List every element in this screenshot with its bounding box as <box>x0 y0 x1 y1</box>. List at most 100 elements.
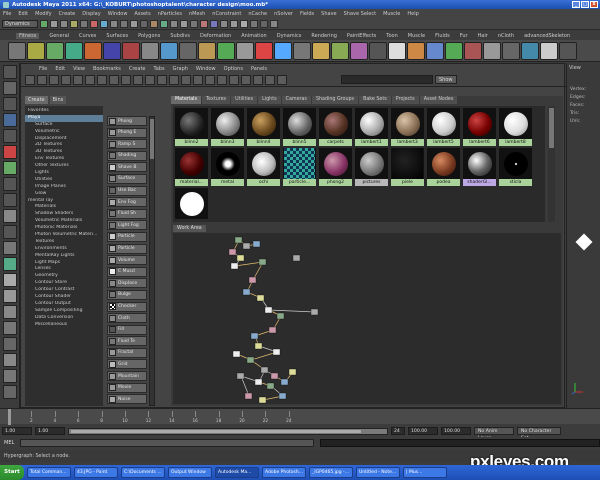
tab-cameras[interactable]: Cameras <box>281 96 311 104</box>
shelf-tool-icon[interactable] <box>464 41 482 60</box>
hypershade-tool-icon[interactable] <box>277 74 287 85</box>
node-create-button[interactable]: Cloth <box>107 313 147 324</box>
tree-item-contour-contrast[interactable]: Contour Contrast <box>25 287 103 294</box>
hypershade-tool-icon[interactable] <box>253 74 263 85</box>
tab-shelf-polygons[interactable]: Polygons <box>138 33 160 39</box>
material-thumbnail[interactable] <box>247 108 280 139</box>
node-create-button[interactable]: Fluid Sh <box>107 208 147 219</box>
tool-icon[interactable] <box>2 209 17 223</box>
tab-shelf-muscle[interactable]: Muscle <box>408 33 425 39</box>
material-thumbnail[interactable] <box>391 108 424 139</box>
material-thumbnail[interactable] <box>211 148 244 179</box>
hypershade-tool-icon[interactable] <box>205 74 215 85</box>
hs-menu-file[interactable]: File <box>39 66 47 72</box>
graph-node[interactable] <box>260 366 269 374</box>
hypershade-tool-icon[interactable] <box>229 74 239 85</box>
tab-bake-sets[interactable]: Bake Sets <box>359 96 391 104</box>
hypershade-tool-icon[interactable] <box>97 74 107 85</box>
menu-modify[interactable]: Modify <box>35 11 52 17</box>
tab-shelf-curves[interactable]: Curves <box>79 33 96 39</box>
shelf-tool-icon[interactable] <box>445 41 463 60</box>
mel-command-input[interactable] <box>20 439 314 447</box>
tab-textures[interactable]: Textures <box>202 96 231 104</box>
material-thumbnail[interactable] <box>175 108 208 139</box>
shelf-tool-icon[interactable] <box>426 41 444 60</box>
material-thumbnail[interactable] <box>499 108 532 139</box>
material-swatch[interactable]: pictures <box>355 148 388 186</box>
character-set-dropdown[interactable]: No Character Set <box>517 427 561 441</box>
tree-item-contour-output[interactable]: Contour Output <box>25 301 103 308</box>
tab-work-area[interactable]: Work Area <box>173 225 206 232</box>
node-create-button[interactable]: Noise <box>107 394 147 405</box>
close-button[interactable]: x <box>590 1 598 8</box>
material-swatch[interactable]: blinn2 <box>175 108 208 146</box>
shelf-tool-icon[interactable] <box>27 41 45 60</box>
tool-icon[interactable] <box>2 129 17 143</box>
material-thumbnail[interactable] <box>427 108 460 139</box>
tool-icon[interactable] <box>2 97 17 111</box>
material-swatch[interactable]: metal <box>211 148 244 186</box>
graph-node[interactable] <box>234 236 243 244</box>
node-create-button[interactable]: Grid <box>107 359 147 370</box>
tab-shelf-subdivs[interactable]: Subdivs <box>170 33 190 39</box>
tab-shelf-general[interactable]: General <box>49 33 69 39</box>
tab-shelf-hair[interactable]: Hair <box>478 33 488 39</box>
menu-display[interactable]: Display <box>82 11 100 17</box>
hypershade-tool-icon[interactable] <box>73 74 83 85</box>
status-tool-icon[interactable] <box>270 19 278 28</box>
menu-create[interactable]: Create <box>59 11 76 17</box>
status-tool-icon[interactable] <box>250 19 258 28</box>
tree-item-sample-compositing[interactable]: Sample Compositing <box>25 308 103 315</box>
material-thumbnail[interactable] <box>427 148 460 179</box>
shelf-tool-icon[interactable] <box>521 41 539 60</box>
status-tool-icon[interactable] <box>140 19 148 28</box>
material-thumbnail[interactable] <box>211 108 244 139</box>
hypershade-tool-icon[interactable] <box>193 74 203 85</box>
shelf-tool-icon[interactable] <box>331 41 349 60</box>
shelf-tool-icon[interactable] <box>502 41 520 60</box>
tool-icon[interactable] <box>2 145 17 159</box>
material-scrollbar[interactable] <box>548 106 555 222</box>
tool-icon[interactable] <box>2 273 17 287</box>
tool-icon[interactable] <box>2 305 17 319</box>
tree-item-favorites[interactable]: Favorites <box>25 108 103 115</box>
material-swatch[interactable]: blinn3 <box>211 108 244 146</box>
graph-node[interactable] <box>264 306 273 314</box>
graph-node[interactable] <box>280 378 289 386</box>
tool-icon[interactable] <box>2 321 17 335</box>
taskbar-item-43-jpg-paint[interactable]: 43.JPG - Paint <box>74 467 118 478</box>
node-create-button[interactable]: Ramp S <box>107 139 147 150</box>
work-area-graph[interactable] <box>173 233 561 404</box>
hypershade-tool-icon[interactable] <box>85 74 95 85</box>
graph-node[interactable] <box>270 372 279 380</box>
material-swatch[interactable]: piele <box>391 148 424 186</box>
status-tool-icon[interactable] <box>260 19 268 28</box>
menu-edit[interactable]: Edit <box>18 11 28 17</box>
tab-shelf-fur[interactable]: Fur <box>460 33 468 39</box>
graph-node[interactable] <box>242 288 251 296</box>
shelf-tool-icon[interactable] <box>407 41 425 60</box>
menu-nmesh[interactable]: nMesh <box>189 11 205 17</box>
tool-icon[interactable] <box>2 385 17 399</box>
graph-node[interactable] <box>228 248 237 256</box>
tool-icon[interactable] <box>2 369 17 383</box>
node-create-button[interactable]: Volume <box>107 255 147 266</box>
material-swatch[interactable]: lambert8 <box>499 108 532 146</box>
shelf-tool-icon[interactable] <box>540 41 558 60</box>
tool-icon[interactable] <box>2 289 17 303</box>
tree-item-other-textures[interactable]: Other Textures <box>25 163 103 170</box>
tree-item-contour-store[interactable]: Contour Store <box>25 280 103 287</box>
node-create-button[interactable]: Bulge <box>107 289 147 300</box>
node-create-button[interactable]: Env Fog <box>107 197 147 208</box>
hypershade-tool-icon[interactable] <box>49 74 59 85</box>
tree-item-photonic-materials[interactable]: Photonic Materials <box>25 225 103 232</box>
show-button[interactable]: Show <box>435 75 457 84</box>
tab-bins[interactable]: Bins <box>49 96 67 104</box>
hypershade-tool-icon[interactable] <box>169 74 179 85</box>
menu-set-dropdown[interactable]: Dynamics <box>2 19 38 28</box>
playback-end-field[interactable]: 100.00 <box>408 427 438 435</box>
node-create-button[interactable]: Fractal <box>107 347 147 358</box>
shelf-tool-icon[interactable] <box>103 41 121 60</box>
material-swatch[interactable] <box>175 188 208 226</box>
tab-utilities[interactable]: Utilities <box>231 96 258 104</box>
